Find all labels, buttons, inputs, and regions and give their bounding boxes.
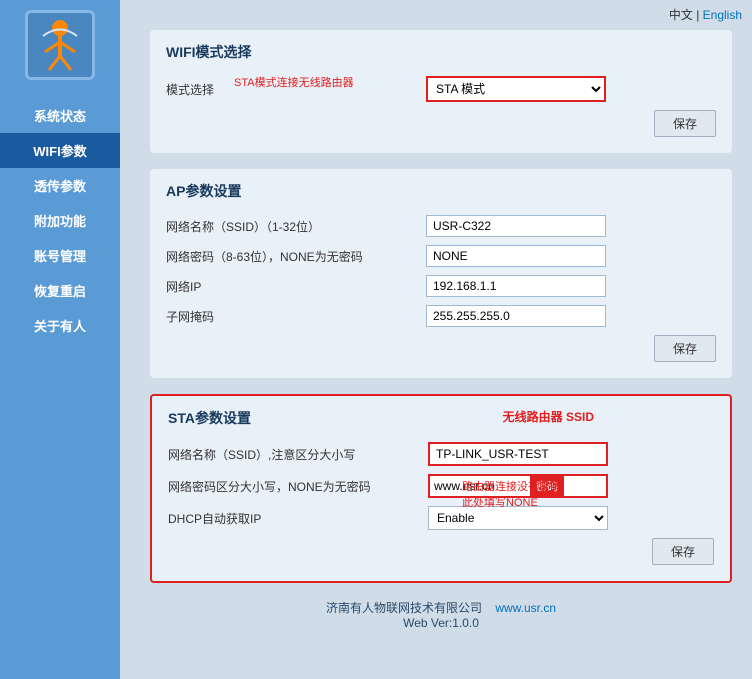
logo: [25, 10, 95, 80]
ap-subnet-label: 子网掩码: [166, 308, 426, 325]
ap-password-input[interactable]: [426, 245, 606, 267]
mode-form-row: 模式选择 STA模式连接无线路由器 AP 模式 STA 模式 AP+STA 模式: [166, 76, 716, 102]
sidebar-item-account-management[interactable]: 账号管理: [0, 238, 120, 273]
footer: 济南有人物联网技术有限公司 www.usr.cn Web Ver:1.0.0: [150, 599, 732, 640]
arrow-annotation-line2: 此处填写NONE: [462, 496, 561, 511]
sidebar-nav: 系统状态 WIFI参数 透传参数 附加功能 账号管理 恢复重启 关于有人: [0, 98, 120, 343]
ap-params-title: AP参数设置: [166, 181, 716, 205]
sidebar-item-system-status[interactable]: 系统状态: [0, 98, 120, 133]
ap-params-section: AP参数设置 网络名称（SSID）（1-32位） 网络密码（8-63位），NON…: [150, 169, 732, 378]
sta-password-label: 网络密码区分大小写，NONE为无密码: [168, 478, 428, 495]
sidebar-item-transparent-params[interactable]: 透传参数: [0, 168, 120, 203]
chinese-lang[interactable]: 中文: [669, 8, 693, 22]
sta-ssid-label: 网络名称（SSID）,注意区分大小写: [168, 446, 428, 463]
sidebar-item-about[interactable]: 关于有人: [0, 308, 120, 343]
sta-params-title: STA参数设置: [168, 410, 251, 426]
logo-icon: [35, 18, 85, 73]
sta-params-title-row: STA参数设置 无线路由器 SSID: [168, 408, 714, 432]
ap-ssid-label: 网络名称（SSID）（1-32位）: [166, 218, 426, 235]
ap-ssid-row: 网络名称（SSID）（1-32位）: [166, 215, 716, 237]
sta-ssid-input[interactable]: [428, 442, 608, 466]
sidebar-item-wifi-params[interactable]: WIFI参数: [0, 133, 120, 168]
sta-save-button[interactable]: 保存: [652, 538, 714, 565]
sidebar-item-restore-restart[interactable]: 恢复重启: [0, 273, 120, 308]
ap-save-button[interactable]: 保存: [654, 335, 716, 362]
main-content: WIFI模式选择 模式选择 STA模式连接无线路由器 AP 模式 STA 模式 …: [120, 0, 752, 679]
footer-version: Web Ver:1.0.0: [403, 616, 479, 630]
sta-dhcp-label: DHCP自动获取IP: [168, 510, 428, 527]
ssid-annotation: 无线路由器 SSID: [503, 408, 594, 425]
mode-label: 模式选择: [166, 81, 426, 98]
arrow-annotation: 路由器连接没有密码 此处填写NONE: [462, 480, 561, 511]
wifi-mode-save-button[interactable]: 保存: [654, 110, 716, 137]
english-lang[interactable]: English: [703, 8, 742, 22]
language-bar: 中文 | English: [669, 6, 742, 23]
sta-dhcp-row: DHCP自动获取IP Enable Disable: [168, 506, 714, 530]
sidebar-item-extra-functions[interactable]: 附加功能: [0, 203, 120, 238]
ap-ip-row: 网络IP: [166, 275, 716, 297]
ap-ssid-input[interactable]: [426, 215, 606, 237]
mode-select[interactable]: AP 模式 STA 模式 AP+STA 模式: [426, 76, 606, 102]
ap-password-row: 网络密码（8-63位），NONE为无密码: [166, 245, 716, 267]
sta-params-section: STA参数设置 无线路由器 SSID 网络名称（SSID）,注意区分大小写 网络…: [150, 394, 732, 583]
wifi-mode-section: WIFI模式选择 模式选择 STA模式连接无线路由器 AP 模式 STA 模式 …: [150, 30, 732, 153]
sta-ssid-row: 网络名称（SSID）,注意区分大小写: [168, 442, 714, 466]
footer-website[interactable]: www.usr.cn: [495, 601, 556, 615]
wifi-mode-title: WIFI模式选择: [166, 42, 716, 66]
ap-save-row: 保存: [166, 335, 716, 362]
sta-save-row: 保存: [168, 538, 714, 565]
ap-ip-label: 网络IP: [166, 278, 426, 295]
sta-password-row: 网络密码区分大小写，NONE为无密码 密码: [168, 474, 714, 498]
ap-subnet-input[interactable]: [426, 305, 606, 327]
ap-password-label: 网络密码（8-63位），NONE为无密码: [166, 248, 426, 265]
sidebar: 系统状态 WIFI参数 透传参数 附加功能 账号管理 恢复重启 关于有人: [0, 0, 120, 679]
wifi-mode-save-row: 保存: [166, 110, 716, 137]
arrow-annotation-line1: 路由器连接没有密码: [462, 480, 561, 495]
ap-ip-input[interactable]: [426, 275, 606, 297]
footer-company: 济南有人物联网技术有限公司: [326, 601, 482, 615]
ap-subnet-row: 子网掩码: [166, 305, 716, 327]
